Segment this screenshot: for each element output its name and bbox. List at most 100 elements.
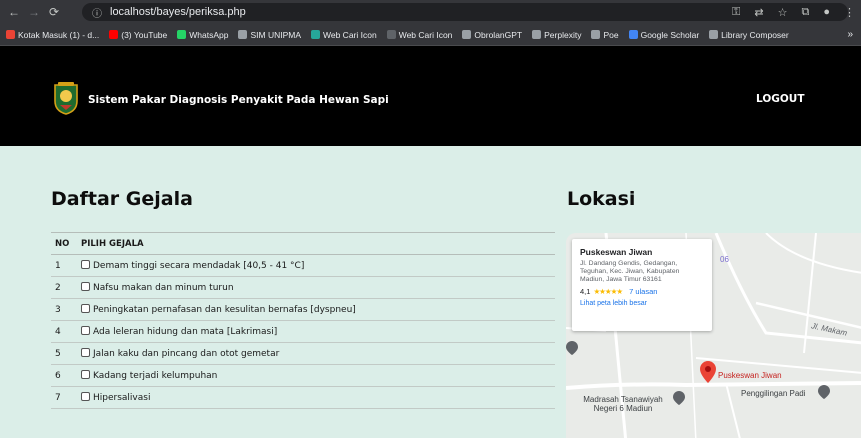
symptom-option[interactable]: Ada leleran hidung dan mata [Lakrimasi]	[81, 320, 555, 343]
bookmark-favicon-icon	[109, 30, 119, 39]
regency-logo-icon	[54, 82, 78, 115]
symptom-label: Peningkatan pernafasan dan kesulitan ber…	[93, 305, 356, 315]
map-embed[interactable]: Puskeswan Jiwan Jl. Makam Madrasah Tsana…	[566, 233, 861, 438]
site-header: Sistem Pakar Diagnosis Penyakit Pada Hew…	[0, 46, 861, 146]
forward-icon[interactable]: →	[24, 5, 44, 19]
bookmark-favicon-icon	[628, 30, 638, 39]
madrasah-label[interactable]: Madrasah Tsanawiyah Negeri 6 Madiun	[568, 395, 678, 413]
symptom-checkbox[interactable]	[81, 282, 90, 291]
poi-marker-icon[interactable]	[566, 341, 578, 355]
bookmark-label: Web Cari Icon	[398, 29, 453, 40]
gejala-heading: Daftar Gejala	[51, 188, 193, 210]
bookmark-favicon-icon	[386, 30, 396, 39]
bookmark-item[interactable]: Perplexity	[532, 30, 581, 40]
bookmark-item[interactable]: Kotak Masuk (1) - d...	[6, 30, 99, 40]
bookmark-label: Google Scholar	[640, 29, 700, 40]
bookmark-label: ObrolanGPT	[474, 29, 523, 40]
symptom-checkbox[interactable]	[81, 304, 90, 313]
site-info-icon[interactable]: ⓘ	[92, 5, 102, 20]
symptom-checkbox[interactable]	[81, 370, 90, 379]
bookmark-favicon-icon	[709, 30, 719, 39]
key-icon[interactable]: ⚿	[732, 6, 740, 19]
bookmark-item[interactable]: (3) YouTube	[109, 30, 167, 40]
table-row: 2 Nafsu makan dan minum turun	[51, 276, 555, 299]
bookmark-item[interactable]: Google Scholar	[628, 29, 700, 40]
symptom-label: Hipersalivasi	[93, 393, 151, 403]
table-row: 6 Kadang terjadi kelumpuhan	[51, 364, 555, 387]
place-address: Jl. Dandang Gendis, Gedangan, Teguhan, K…	[580, 260, 680, 283]
table-row: 3 Peningkatan pernafasan dan kesulitan be…	[51, 298, 555, 321]
symptom-checkbox[interactable]	[81, 326, 90, 335]
row-number: 1	[51, 254, 81, 277]
bookmark-label: (3) YouTube	[121, 29, 168, 40]
symptom-label: Nafsu makan dan minum turun	[93, 283, 234, 293]
symptom-option[interactable]: Hipersalivasi	[81, 386, 555, 409]
logout-link[interactable]: LOGOUT	[756, 93, 804, 105]
bookmark-label: Perplexity	[544, 29, 582, 40]
bookmark-label: WhatsApp	[189, 29, 229, 40]
bookmark-favicon-icon	[311, 30, 320, 39]
table-row: 7 Hipersalivasi	[51, 386, 555, 409]
bookmark-favicon-icon	[462, 30, 472, 39]
pin-label[interactable]: Puskeswan Jiwan	[718, 371, 782, 380]
place-rating: 4,1 ★★★★★ 7 ulasan	[580, 287, 704, 296]
mill-marker-icon[interactable]	[818, 385, 830, 399]
bookmark-favicon-icon	[591, 30, 601, 39]
symptom-checkbox[interactable]	[81, 348, 90, 357]
bookmark-item[interactable]: SIM UNIPMA	[238, 30, 301, 40]
view-larger-map-link[interactable]: Lihat peta lebih besar	[580, 300, 704, 307]
place-name: Puskeswan Jiwan	[580, 247, 653, 257]
symptom-label: Ada leleran hidung dan mata [Lakrimasi]	[93, 327, 278, 337]
row-number: 5	[51, 342, 81, 365]
bookmark-item[interactable]: Library Composer	[709, 30, 789, 40]
star-icon[interactable]: ☆	[778, 6, 788, 19]
profile-icon[interactable]: ●	[823, 6, 830, 18]
bookmark-label: Web Cari Icon	[323, 29, 377, 40]
symptom-checkbox[interactable]	[81, 260, 90, 269]
bookmark-label: Kotak Masuk (1) - d...	[18, 29, 100, 40]
bookmark-label: SIM UNIPMA	[250, 29, 301, 40]
row-number: 4	[51, 320, 81, 343]
bookmark-favicon-icon	[177, 30, 187, 39]
reviews-link[interactable]: 7 ulasan	[629, 287, 657, 296]
translate-icon[interactable]: ⇄	[754, 6, 763, 19]
url-text: localhost/bayes/periksa.php	[110, 6, 246, 18]
bookmark-item[interactable]: WhatsApp	[177, 30, 228, 40]
extensions-icon[interactable]: ⧉	[801, 6, 809, 19]
symptom-table: NO PILIH GEJALA 1 Demam tinggi secara men…	[51, 232, 555, 409]
rating-stars-icon: ★★★★★	[593, 287, 623, 296]
symptom-option[interactable]: Kadang terjadi kelumpuhan	[81, 364, 555, 387]
mill-label[interactable]: Penggilingan Padi	[741, 389, 806, 398]
row-number: 7	[51, 386, 81, 409]
site-title: Sistem Pakar Diagnosis Penyakit Pada Hew…	[88, 94, 389, 106]
road-number-label: 06	[720, 255, 729, 264]
symptom-checkbox[interactable]	[81, 392, 90, 401]
bookmark-favicon-icon	[6, 30, 15, 39]
symptom-option[interactable]: Demam tinggi secara mendadak [40,5 - 41 …	[81, 254, 555, 277]
row-number: 3	[51, 298, 81, 321]
rating-value: 4,1	[580, 287, 591, 296]
table-row: 4 Ada leleran hidung dan mata [Lakrimasi]	[51, 320, 555, 343]
lokasi-heading: Lokasi	[567, 188, 636, 210]
symptom-label: Jalan kaku dan pincang dan otot gemetar	[93, 349, 280, 359]
symptom-option[interactable]: Jalan kaku dan pincang dan otot gemetar	[81, 342, 555, 365]
place-card: Puskeswan Jiwan Jl. Dandang Gendis, Geda…	[572, 239, 712, 331]
bookmark-label: Library Composer	[721, 29, 789, 40]
back-icon[interactable]: ←	[4, 5, 24, 19]
bookmark-item[interactable]: Poe	[591, 29, 619, 40]
bookmark-item[interactable]: Web Cari Icon	[386, 29, 453, 40]
col-pilih-header: PILIH GEJALA	[81, 232, 555, 255]
browser-toolbar: ← → ⟳ ⓘ localhost/bayes/periksa.php ⚿ ⇄ …	[0, 0, 861, 24]
table-row: 1 Demam tinggi secara mendadak [40,5 - 41…	[51, 254, 555, 277]
table-row: 5 Jalan kaku dan pincang dan otot gemetar	[51, 342, 555, 365]
location-pin-icon[interactable]	[700, 361, 716, 383]
reload-icon[interactable]: ⟳	[44, 5, 64, 19]
symptom-option[interactable]: Peningkatan pernafasan dan kesulitan ber…	[81, 298, 555, 321]
bookmark-item[interactable]: Web Cari Icon	[311, 30, 377, 40]
bookmarks-more-button[interactable]: »	[847, 29, 853, 40]
col-no-header: NO	[51, 232, 81, 255]
bookmark-item[interactable]: ObrolanGPT	[462, 30, 522, 40]
symptom-option[interactable]: Nafsu makan dan minum turun	[81, 276, 555, 299]
menu-icon[interactable]: ⋮	[844, 6, 855, 19]
bookmark-label: Poe	[603, 29, 619, 40]
